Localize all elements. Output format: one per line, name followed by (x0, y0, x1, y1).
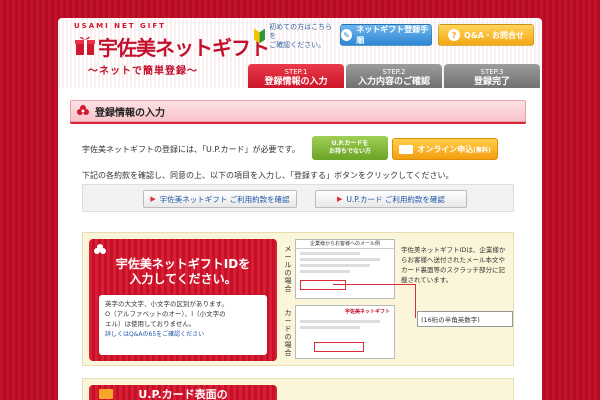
step-indicator: STEP.1 登録情報の入力 STEP.2 入力内容のご確認 STEP.3 登録… (248, 64, 542, 90)
mail-label: メールの場合 (284, 245, 292, 293)
mail-sample-header: 企業様からお客様へのメール例 (296, 240, 394, 249)
step-3: STEP.3 登録完了 (444, 64, 540, 90)
card-icon (399, 144, 414, 154)
qa-contact-button[interactable]: ? Q&A・お問合せ (438, 24, 534, 46)
no-up-card-button[interactable]: U.P.カードを お持ちでない方 (312, 136, 388, 160)
gift-id-panel: 宇佐美ネットギフトIDを 入力してください。 英字の大文字、小文字の区別がありま… (82, 232, 514, 366)
qa-contact-label: Q&A・お問合せ (464, 30, 524, 40)
qa-detail-link[interactable]: 詳しくはQ&Aの65をご確認ください (105, 331, 204, 338)
card-label: カードの場合 (284, 309, 292, 357)
step-1-number: STEP.1 (284, 68, 308, 76)
card-id-highlight (314, 342, 364, 352)
step-2: STEP.2 入力内容のご確認 (346, 64, 442, 90)
question-icon: ? (448, 29, 461, 41)
up-card-heading-box: U.P.カード表面の (89, 385, 277, 400)
card-terms-button[interactable]: ▶ U.P.カード ご利用約款を確認 (315, 190, 467, 208)
arrow-right-icon: ▶ (337, 195, 343, 203)
no-up-card-label: U.P.カードを お持ちでない方 (329, 140, 371, 156)
gift-id-note-line2: O（アルファベットのオー）、l（小文字の (105, 310, 226, 318)
register-guide-label: ネットギフト登録手順 (356, 25, 429, 45)
first-time-text: 初めての方はこちらを ご確認ください。 (269, 23, 334, 50)
page: USAMI NET GIFT 宇佐美ネットギフト 〜ネットで簡単登録〜 初めての… (58, 18, 542, 400)
instruction-text: 下記の各約款を確認し、同意の上、以下の項目を入力し、「登録する」ボタンをクリック… (82, 171, 454, 180)
gift-box-icon (75, 36, 95, 55)
online-apply-button[interactable]: オンライン申込 (無料) (392, 138, 498, 160)
register-guide-button[interactable]: ✎ ネットギフト登録手順 (340, 24, 432, 46)
no-up-card-line2: お持ちでない方 (328, 148, 371, 155)
first-time-text-line1: 初めての方はこちらを (269, 22, 333, 40)
section-title: 登録情報の入力 (70, 100, 526, 122)
gift-id-sample: メールの場合 企業様からお客様へのメール例 カードの場合 宇佐美ネットギフト (283, 239, 397, 361)
mail-sample-line (300, 252, 360, 255)
gift-id-input[interactable]: (16桁の半角英数字) (417, 311, 513, 327)
no-up-card-line1: U.P.カードを (331, 140, 369, 147)
terms-box: ▶ 宇佐美ネットギフト ご利用約款を確認 ▶ U.P.カード ご利用約款を確認 (82, 184, 514, 212)
beginner-mark-icon (254, 28, 266, 44)
card-sample-header: 宇佐美ネットギフト (344, 309, 390, 315)
mail-sample-line (300, 270, 350, 273)
up-card-title: U.P.カード表面の (138, 388, 228, 400)
logo-subtitle: USAMI NET GIFT (74, 22, 166, 30)
flower-icon (94, 244, 106, 254)
mail-sample-image: 企業様からお客様へのメール例 (295, 239, 395, 299)
callout-line (415, 284, 416, 318)
step-1-name: 登録情報の入力 (264, 77, 328, 87)
step-3-number: STEP.3 (480, 68, 504, 76)
card-sample-image: 宇佐美ネットギフト (295, 305, 395, 359)
first-time-text-line2: ご確認ください。 (269, 40, 326, 49)
step-2-number: STEP.2 (382, 68, 406, 76)
gift-id-note-line1: 英字の大文字、小文字の区別があります。 (105, 300, 228, 308)
online-apply-label: オンライン申込 (417, 144, 474, 154)
gift-id-note-line3: エル）は使用しておりません。 (105, 320, 196, 328)
step-1: STEP.1 登録情報の入力 (248, 64, 344, 90)
mail-sample-line (300, 264, 370, 267)
main-content: 登録情報の入力 宇佐美ネットギフトの登録には、「U.P.カード」が必要です。 U… (58, 88, 542, 400)
intro-text: 宇佐美ネットギフトの登録には、「U.P.カード」が必要です。 (82, 145, 300, 154)
card-icon (99, 389, 113, 399)
card-terms-label: U.P.カード ご利用約款を確認 (346, 194, 445, 204)
gift-terms-label: 宇佐美ネットギフト ご利用約款を確認 (159, 194, 290, 204)
mail-sample-line (300, 258, 380, 261)
pencil-icon: ✎ (341, 29, 353, 41)
gift-id-title-line2: 入力してください。 (129, 272, 237, 286)
gift-id-description: 宇佐美ネットギフトIDは、企業様からお客様へ送付されたメール本文やカード裏面等の… (401, 246, 506, 284)
first-time-link[interactable]: 初めての方はこちらを ご確認ください。 (254, 23, 334, 50)
card-sample-line (300, 320, 380, 323)
logo-tagline: 〜ネットで簡単登録〜 (88, 66, 198, 77)
mail-id-highlight (300, 280, 346, 290)
flower-icon (77, 105, 89, 115)
up-card-panel: U.P.カード表面の (82, 378, 514, 400)
step-3-name: 登録完了 (473, 77, 510, 87)
step-2-name: 入力内容のご確認 (357, 77, 430, 87)
gift-id-note: 英字の大文字、小文字の区別があります。 O（アルファベットのオー）、l（小文字の… (99, 295, 267, 355)
gift-terms-button[interactable]: ▶ 宇佐美ネットギフト ご利用約款を確認 (143, 190, 297, 208)
header: USAMI NET GIFT 宇佐美ネットギフト 〜ネットで簡単登録〜 初めての… (58, 18, 542, 90)
gift-id-title-line1: 宇佐美ネットギフトIDを (115, 257, 251, 271)
arrow-right-icon: ▶ (150, 195, 156, 203)
card-sample-line (300, 326, 360, 329)
gift-id-title: 宇佐美ネットギフトIDを 入力してください。 (89, 257, 277, 287)
section-title-label: 登録情報の入力 (95, 107, 165, 119)
gift-id-heading-box: 宇佐美ネットギフトIDを 入力してください。 英字の大文字、小文字の区別がありま… (89, 239, 277, 361)
logo-title: 宇佐美ネットギフト (98, 36, 270, 60)
online-apply-suffix: (無料) (473, 146, 491, 154)
